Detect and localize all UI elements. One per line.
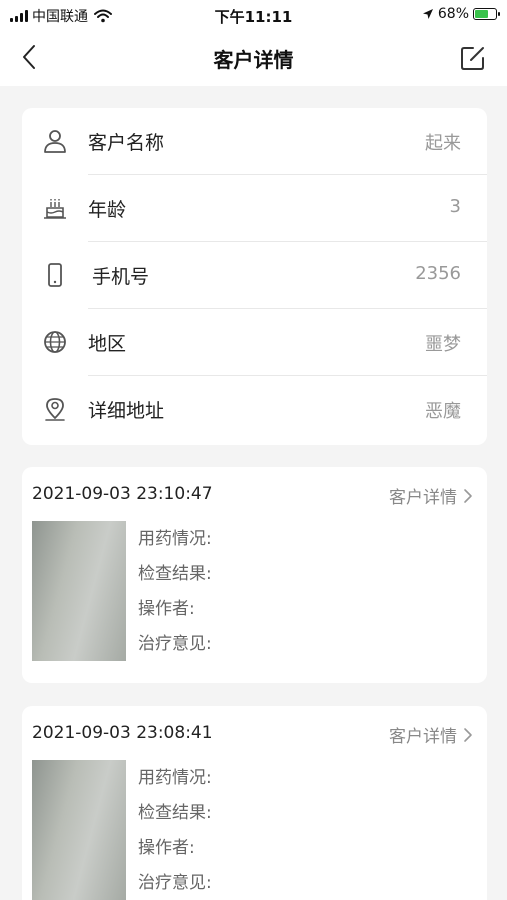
info-row-name: 客户名称 起来 — [22, 108, 487, 175]
record-timestamp: 2021-09-03 23:08:41 — [32, 723, 213, 743]
info-value: 2356 — [415, 263, 461, 284]
battery-percent: 68% — [437, 6, 469, 22]
record-photo[interactable] — [32, 521, 126, 661]
info-value: 噩梦 — [425, 334, 461, 355]
location-pin-icon — [45, 398, 65, 421]
record-fields: 用药情况: 检查结果: 操作者: 治疗意见: — [138, 761, 212, 900]
customer-detail-link-label: 客户详情 — [389, 727, 457, 747]
operator-field: 操作者: — [138, 599, 195, 619]
info-row-address: 详细地址 恶魔 — [22, 376, 487, 443]
treatment-opinion-field: 治疗意见: — [138, 873, 212, 893]
record-card[interactable]: 2021-09-03 23:10:47 客户详情 用药情况: 检查结果: 操作者… — [22, 467, 487, 683]
birthday-cake-icon — [44, 199, 66, 219]
record-fields: 用药情况: 检查结果: 操作者: 治疗意见: — [138, 522, 212, 662]
page-title: 客户详情 — [213, 48, 294, 72]
operator-field: 操作者: — [138, 838, 195, 858]
medication-field: 用药情况: — [138, 529, 212, 549]
info-label: 地区 — [88, 333, 127, 355]
exam-result-field: 检查结果: — [138, 564, 212, 584]
info-row-region: 地区 噩梦 — [22, 309, 487, 376]
edit-icon[interactable] — [459, 44, 487, 72]
phone-icon — [48, 263, 62, 287]
info-row-phone: 手机号 2356 — [22, 242, 487, 309]
location-arrow-icon — [422, 9, 433, 19]
info-label: 年龄 — [88, 199, 127, 221]
battery-fill — [475, 10, 488, 18]
status-bar: 中国联通 下午11:11 68% — [0, 0, 507, 30]
medication-field: 用药情况: — [138, 768, 212, 788]
info-value: 恶魔 — [425, 401, 461, 422]
battery-icon — [473, 8, 500, 20]
chevron-right-icon — [464, 488, 472, 503]
customer-detail-link[interactable]: 客户详情 — [389, 483, 473, 508]
globe-icon — [44, 331, 66, 353]
customer-detail-link-label: 客户详情 — [389, 488, 457, 508]
info-row-age: 年龄 3 — [22, 175, 487, 242]
status-right: 68% — [422, 6, 500, 22]
record-timestamp: 2021-09-03 23:10:47 — [32, 484, 213, 504]
chevron-right-icon — [464, 727, 472, 742]
treatment-opinion-field: 治疗意见: — [138, 634, 212, 654]
exam-result-field: 检查结果: — [138, 803, 212, 823]
back-icon[interactable] — [16, 42, 46, 72]
user-icon — [44, 130, 66, 153]
info-label: 详细地址 — [88, 400, 165, 422]
nav-bar: 客户详情 — [0, 30, 507, 86]
customer-detail-link[interactable]: 客户详情 — [389, 722, 473, 747]
record-photo[interactable] — [32, 760, 126, 900]
info-label: 客户名称 — [88, 132, 165, 154]
record-card[interactable]: 2021-09-03 23:08:41 客户详情 用药情况: 检查结果: 操作者… — [22, 706, 487, 900]
customer-info-card: 客户名称 起来 年龄 3 手机号 2356 地区 噩梦 详细地址 恶魔 — [22, 108, 487, 445]
info-value: 3 — [449, 196, 461, 217]
info-label: 手机号 — [92, 266, 150, 288]
info-value: 起来 — [425, 133, 461, 154]
